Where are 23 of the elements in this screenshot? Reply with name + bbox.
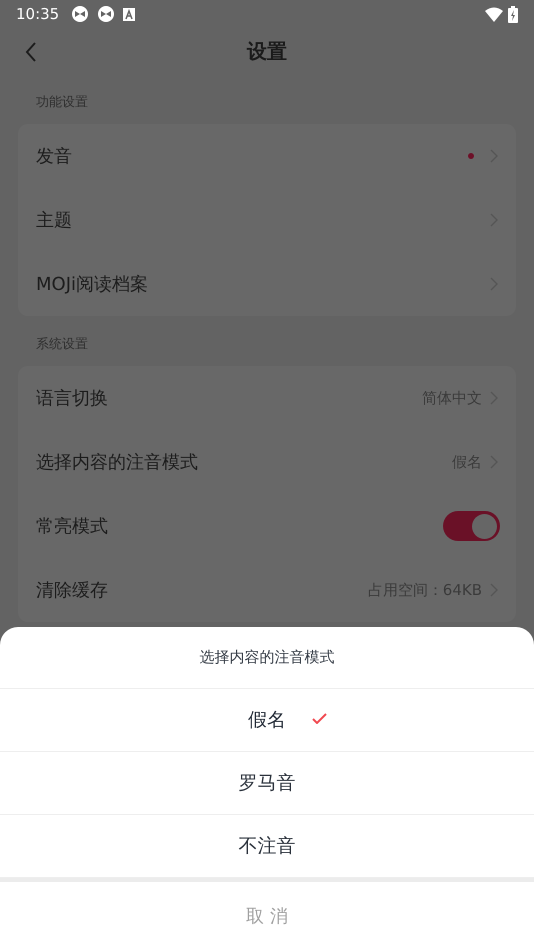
status-time: 10:35 [16, 4, 60, 25]
row-label: 主题 [36, 208, 72, 232]
settings-row[interactable]: 发音 [18, 124, 516, 188]
settings-row[interactable]: MOJi阅读档案 [18, 252, 516, 316]
back-icon[interactable] [25, 42, 37, 62]
row-label: 清除缓存 [36, 578, 108, 602]
cancel-button[interactable]: 取 消 [238, 902, 296, 930]
app-icon [71, 5, 90, 23]
row-label: 常亮模式 [36, 514, 108, 538]
font-icon [123, 8, 136, 20]
check-icon [312, 713, 327, 724]
sheet-title: 选择内容的注音模式 [200, 647, 334, 668]
row-label: 语言切换 [36, 386, 108, 410]
toggle-switch[interactable] [443, 511, 500, 541]
row-label: 发音 [36, 144, 72, 168]
page-title: 设置 [247, 38, 287, 65]
settings-row[interactable]: 主题 [18, 188, 516, 252]
row-label: MOJi阅读档案 [36, 272, 148, 296]
row-label: 选择内容的注音模式 [36, 450, 198, 474]
battery-charging-icon [508, 6, 518, 22]
wifi-icon [485, 6, 503, 22]
settings-row[interactable]: 常亮模式 [18, 494, 516, 558]
app-icon [97, 5, 116, 23]
